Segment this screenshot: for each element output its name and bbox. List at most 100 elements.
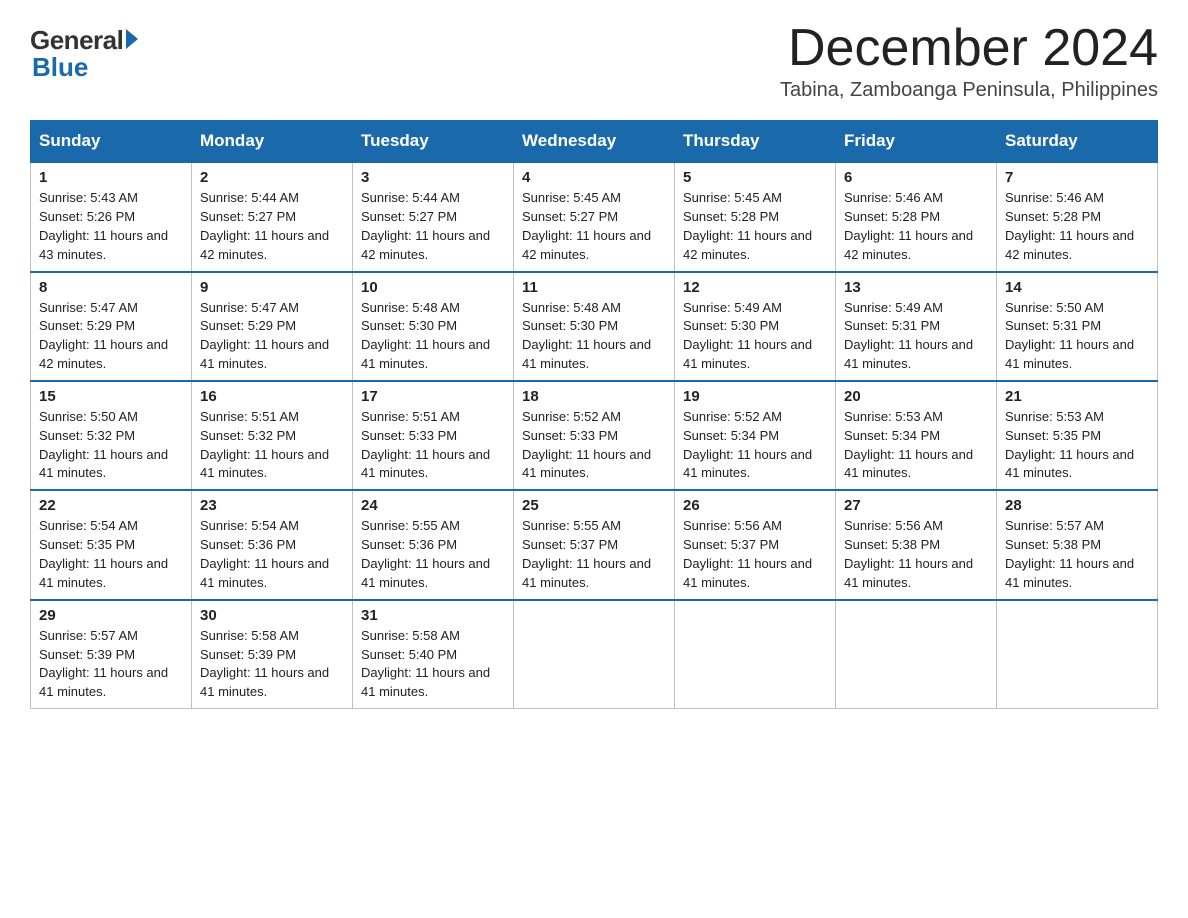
calendar-cell: 10 Sunrise: 5:48 AMSunset: 5:30 PMDayligh… [353,272,514,381]
day-info: Sunrise: 5:51 AMSunset: 5:33 PMDaylight:… [361,408,505,483]
day-number: 27 [844,497,988,514]
day-info: Sunrise: 5:49 AMSunset: 5:31 PMDaylight:… [844,299,988,374]
calendar-cell: 30 Sunrise: 5:58 AMSunset: 5:39 PMDayligh… [192,600,353,709]
calendar-week-row: 8 Sunrise: 5:47 AMSunset: 5:29 PMDaylight… [31,272,1158,381]
day-number: 29 [39,607,183,624]
day-info: Sunrise: 5:43 AMSunset: 5:26 PMDaylight:… [39,189,183,264]
day-number: 11 [522,279,666,296]
calendar-cell [836,600,997,709]
day-number: 22 [39,497,183,514]
day-number: 30 [200,607,344,624]
calendar-cell: 22 Sunrise: 5:54 AMSunset: 5:35 PMDayligh… [31,490,192,599]
day-number: 31 [361,607,505,624]
day-info: Sunrise: 5:58 AMSunset: 5:39 PMDaylight:… [200,627,344,702]
day-number: 9 [200,279,344,296]
day-number: 26 [683,497,827,514]
day-number: 21 [1005,388,1149,405]
day-number: 7 [1005,169,1149,186]
calendar-cell: 14 Sunrise: 5:50 AMSunset: 5:31 PMDayligh… [997,272,1158,381]
day-info: Sunrise: 5:57 AMSunset: 5:39 PMDaylight:… [39,627,183,702]
weekday-header-tuesday: Tuesday [353,121,514,163]
weekday-header-wednesday: Wednesday [514,121,675,163]
day-number: 25 [522,497,666,514]
day-info: Sunrise: 5:49 AMSunset: 5:30 PMDaylight:… [683,299,827,374]
day-number: 5 [683,169,827,186]
calendar-week-row: 22 Sunrise: 5:54 AMSunset: 5:35 PMDayligh… [31,490,1158,599]
calendar-cell: 27 Sunrise: 5:56 AMSunset: 5:38 PMDayligh… [836,490,997,599]
calendar-cell: 25 Sunrise: 5:55 AMSunset: 5:37 PMDayligh… [514,490,675,599]
calendar-cell: 1 Sunrise: 5:43 AMSunset: 5:26 PMDaylight… [31,162,192,271]
day-number: 13 [844,279,988,296]
day-info: Sunrise: 5:46 AMSunset: 5:28 PMDaylight:… [844,189,988,264]
day-number: 1 [39,169,183,186]
calendar-cell: 17Sunrise: 5:51 AMSunset: 5:33 PMDayligh… [353,381,514,490]
day-info: Sunrise: 5:50 AMSunset: 5:31 PMDaylight:… [1005,299,1149,374]
location-title: Tabina, Zamboanga Peninsula, Philippines [780,79,1158,102]
day-info: Sunrise: 5:48 AMSunset: 5:30 PMDaylight:… [361,299,505,374]
day-number: 4 [522,169,666,186]
logo-arrow-icon [126,29,138,49]
day-number: 6 [844,169,988,186]
calendar-cell [514,600,675,709]
calendar-cell: 19 Sunrise: 5:52 AMSunset: 5:34 PMDayligh… [675,381,836,490]
day-info: Sunrise: 5:47 AMSunset: 5:29 PMDaylight:… [200,299,344,374]
day-number: 20 [844,388,988,405]
day-number: 18 [522,388,666,405]
day-info: Sunrise: 5:54 AMSunset: 5:35 PMDaylight:… [39,517,183,592]
calendar-cell [675,600,836,709]
calendar-cell: 7 Sunrise: 5:46 AMSunset: 5:28 PMDaylight… [997,162,1158,271]
calendar-cell: 6 Sunrise: 5:46 AMSunset: 5:28 PMDaylight… [836,162,997,271]
weekday-header-row: SundayMondayTuesdayWednesdayThursdayFrid… [31,121,1158,163]
day-number: 2 [200,169,344,186]
day-info: Sunrise: 5:56 AMSunset: 5:38 PMDaylight:… [844,517,988,592]
day-number: 3 [361,169,505,186]
day-number: 14 [1005,279,1149,296]
calendar-cell: 3Sunrise: 5:44 AMSunset: 5:27 PMDaylight… [353,162,514,271]
day-number: 19 [683,388,827,405]
page-header: General Blue December 2024 Tabina, Zambo… [30,20,1158,102]
calendar-cell: 31 Sunrise: 5:58 AMSunset: 5:40 PMDayligh… [353,600,514,709]
day-info: Sunrise: 5:55 AMSunset: 5:37 PMDaylight:… [522,517,666,592]
day-info: Sunrise: 5:52 AMSunset: 5:34 PMDaylight:… [683,408,827,483]
day-info: Sunrise: 5:58 AMSunset: 5:40 PMDaylight:… [361,627,505,702]
day-info: Sunrise: 5:50 AMSunset: 5:32 PMDaylight:… [39,408,183,483]
day-number: 28 [1005,497,1149,514]
day-info: Sunrise: 5:44 AMSunset: 5:27 PMDaylight:… [200,189,344,264]
calendar-cell: 4 Sunrise: 5:45 AMSunset: 5:27 PMDaylight… [514,162,675,271]
day-info: Sunrise: 5:56 AMSunset: 5:37 PMDaylight:… [683,517,827,592]
weekday-header-thursday: Thursday [675,121,836,163]
calendar-week-row: 29 Sunrise: 5:57 AMSunset: 5:39 PMDayligh… [31,600,1158,709]
calendar-cell: 12 Sunrise: 5:49 AMSunset: 5:30 PMDayligh… [675,272,836,381]
day-info: Sunrise: 5:53 AMSunset: 5:35 PMDaylight:… [1005,408,1149,483]
calendar-cell: 9 Sunrise: 5:47 AMSunset: 5:29 PMDaylight… [192,272,353,381]
day-info: Sunrise: 5:55 AMSunset: 5:36 PMDaylight:… [361,517,505,592]
day-info: Sunrise: 5:52 AMSunset: 5:33 PMDaylight:… [522,408,666,483]
day-number: 23 [200,497,344,514]
calendar-week-row: 1 Sunrise: 5:43 AMSunset: 5:26 PMDaylight… [31,162,1158,271]
calendar-cell: 26 Sunrise: 5:56 AMSunset: 5:37 PMDayligh… [675,490,836,599]
day-info: Sunrise: 5:57 AMSunset: 5:38 PMDaylight:… [1005,517,1149,592]
calendar-cell: 5Sunrise: 5:45 AMSunset: 5:28 PMDaylight… [675,162,836,271]
calendar-cell: 23 Sunrise: 5:54 AMSunset: 5:36 PMDayligh… [192,490,353,599]
calendar-cell: 2 Sunrise: 5:44 AMSunset: 5:27 PMDaylight… [192,162,353,271]
calendar-cell: 21 Sunrise: 5:53 AMSunset: 5:35 PMDayligh… [997,381,1158,490]
day-number: 12 [683,279,827,296]
calendar-cell [997,600,1158,709]
day-info: Sunrise: 5:48 AMSunset: 5:30 PMDaylight:… [522,299,666,374]
title-block: December 2024 Tabina, Zamboanga Peninsul… [780,20,1158,102]
day-info: Sunrise: 5:51 AMSunset: 5:32 PMDaylight:… [200,408,344,483]
calendar-cell: 20Sunrise: 5:53 AMSunset: 5:34 PMDayligh… [836,381,997,490]
day-info: Sunrise: 5:46 AMSunset: 5:28 PMDaylight:… [1005,189,1149,264]
day-info: Sunrise: 5:45 AMSunset: 5:27 PMDaylight:… [522,189,666,264]
day-number: 8 [39,279,183,296]
weekday-header-monday: Monday [192,121,353,163]
day-number: 15 [39,388,183,405]
calendar-cell: 16Sunrise: 5:51 AMSunset: 5:32 PMDayligh… [192,381,353,490]
day-number: 10 [361,279,505,296]
calendar-cell: 8Sunrise: 5:47 AMSunset: 5:29 PMDaylight… [31,272,192,381]
calendar-cell: 11 Sunrise: 5:48 AMSunset: 5:30 PMDayligh… [514,272,675,381]
day-info: Sunrise: 5:54 AMSunset: 5:36 PMDaylight:… [200,517,344,592]
calendar-cell: 13 Sunrise: 5:49 AMSunset: 5:31 PMDayligh… [836,272,997,381]
calendar-cell: 15 Sunrise: 5:50 AMSunset: 5:32 PMDayligh… [31,381,192,490]
month-title: December 2024 [780,20,1158,77]
